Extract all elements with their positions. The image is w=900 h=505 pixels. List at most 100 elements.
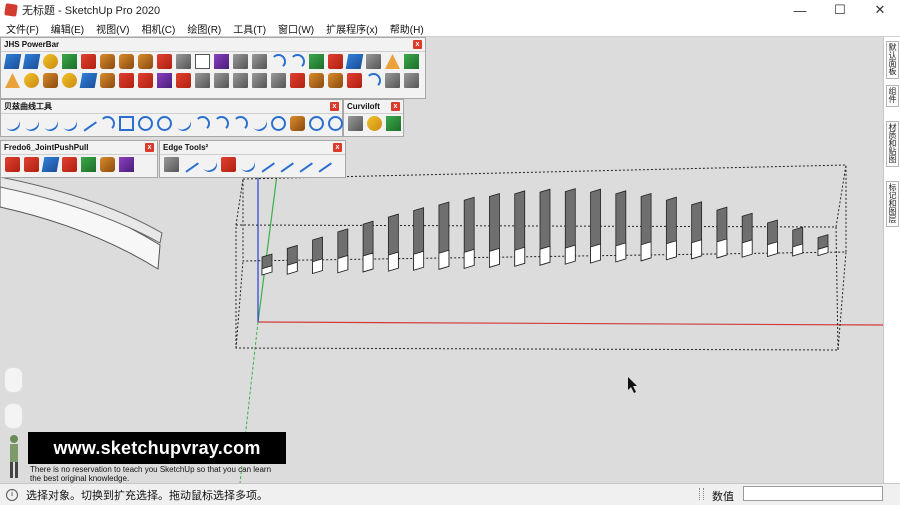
bezier-tool-icon[interactable] [119,116,134,131]
bezier-tool-icon[interactable] [195,116,210,131]
bezier-tool-icon[interactable] [157,116,172,131]
powerbar-tool-icon[interactable] [271,54,286,69]
powerbar-tool-icon[interactable] [404,54,419,69]
edge-tool-icon[interactable] [199,154,220,175]
powerbar-tool-icon[interactable] [195,54,210,69]
toolbar-close-button[interactable]: x [413,40,422,49]
powerbar-tool-icon[interactable] [176,73,191,88]
tray-tab-tags[interactable]: 标记和图层 [886,181,899,227]
curviloft-tool-icon[interactable] [386,116,401,131]
powerbar-tool-icon[interactable] [309,73,324,88]
edge-tool-icon[interactable] [277,156,294,173]
powerbar-tool-icon[interactable] [119,73,134,88]
bezier-tool-icon[interactable] [2,113,23,134]
powerbar-tool-icon[interactable] [195,73,210,88]
powerbar-tool-icon[interactable] [328,73,343,88]
powerbar-tool-icon[interactable] [233,73,248,88]
powerbar-tool-icon[interactable] [3,54,22,69]
tray-tab-default[interactable]: 默认面板 [886,41,899,79]
maximize-button[interactable]: ☐ [820,0,860,20]
bezier-tool-icon[interactable] [290,116,305,131]
powerbar-tool-icon[interactable] [290,73,305,88]
tray-tab-materials[interactable]: 材质和贴图 [886,121,899,167]
bezier-tool-icon[interactable] [309,116,324,131]
menu-file[interactable]: 文件(F) [0,21,45,36]
joint-pushpull-tool-icon[interactable] [100,157,115,172]
powerbar-tool-icon[interactable] [214,73,229,88]
powerbar-tool-icon[interactable] [404,73,419,88]
powerbar-tool-icon[interactable] [252,73,267,88]
powerbar-tool-icon[interactable] [214,54,229,69]
powerbar-tool-icon[interactable] [62,73,77,88]
powerbar-tool-icon[interactable] [5,73,20,88]
powerbar-tool-icon[interactable] [271,73,286,88]
menu-draw[interactable]: 绘图(R) [181,21,227,36]
joint-pushpull-tool-icon[interactable] [119,157,134,172]
bezier-tool-icon[interactable] [214,116,229,131]
bezier-tool-icon[interactable] [271,116,286,131]
powerbar-tool-icon[interactable] [62,54,77,69]
powerbar-tool-icon[interactable] [100,73,115,88]
joint-pushpull-tool-icon[interactable] [81,157,96,172]
toolbar-close-button[interactable]: x [391,102,400,111]
bezier-tool-icon[interactable] [21,113,42,134]
close-button[interactable]: ✕ [860,0,900,20]
minimize-button[interactable]: — [780,0,820,20]
joint-pushpull-tool-icon[interactable] [62,157,77,172]
powerbar-tool-icon[interactable] [328,54,343,69]
edge-tool-icon[interactable] [164,157,179,172]
menu-extensions[interactable]: 扩展程序(x) [320,21,384,36]
edge-tool-icon[interactable] [237,154,258,175]
powerbar-tool-icon[interactable] [385,73,400,88]
menu-help[interactable]: 帮助(H) [384,21,430,36]
menu-view[interactable]: 视图(V) [90,21,135,36]
edge-tool-icon[interactable] [182,156,199,173]
powerbar-tool-icon[interactable] [157,73,172,88]
bezier-tool-icon[interactable] [40,113,61,134]
bezier-tool-icon[interactable] [80,115,97,132]
menu-camera[interactable]: 相机(C) [135,21,181,36]
edge-tool-icon[interactable] [315,156,332,173]
powerbar-tool-icon[interactable] [385,54,400,69]
powerbar-tool-icon[interactable] [138,73,153,88]
powerbar-tool-icon[interactable] [366,73,381,88]
powerbar-tool-icon[interactable] [119,54,134,69]
toolbar-close-button[interactable]: x [333,143,342,152]
navigation-pill-bottom[interactable] [4,403,23,429]
bezier-tool-icon[interactable] [328,116,343,131]
bezier-tool-icon[interactable] [100,116,115,131]
powerbar-tool-icon[interactable] [157,54,172,69]
powerbar-tool-icon[interactable] [22,54,41,69]
menu-window[interactable]: 窗口(W) [272,21,320,36]
powerbar-tool-icon[interactable] [24,73,39,88]
bezier-tool-icon[interactable] [138,116,153,131]
joint-pushpull-tool-icon[interactable] [24,157,39,172]
edge-tool-icon[interactable] [221,157,236,172]
powerbar-tool-icon[interactable] [347,73,362,88]
bezier-tool-icon[interactable] [233,116,248,131]
powerbar-tool-icon[interactable] [176,54,191,69]
powerbar-tool-icon[interactable] [43,54,58,69]
menu-edit[interactable]: 编辑(E) [45,21,90,36]
bezier-tool-icon[interactable] [59,113,80,134]
powerbar-tool-icon[interactable] [290,54,305,69]
powerbar-tool-icon[interactable] [43,73,58,88]
bezier-tool-icon[interactable] [249,113,270,134]
powerbar-tool-icon[interactable] [138,54,153,69]
edge-tool-icon[interactable] [296,156,313,173]
powerbar-tool-icon[interactable] [79,73,98,88]
powerbar-tool-icon[interactable] [252,54,267,69]
info-icon[interactable]: i [6,488,18,501]
powerbar-tool-icon[interactable] [309,54,324,69]
measurements-input[interactable] [743,486,883,501]
powerbar-tool-icon[interactable] [366,54,381,69]
bezier-tool-icon[interactable] [173,113,194,134]
curviloft-tool-icon[interactable] [348,116,363,131]
joint-pushpull-tool-icon[interactable] [41,157,60,172]
powerbar-tool-icon[interactable] [345,54,364,69]
edge-tool-icon[interactable] [258,156,275,173]
powerbar-tool-icon[interactable] [100,54,115,69]
tray-tab-components[interactable]: 组件 [886,85,899,107]
navigation-pill-top[interactable] [4,367,23,393]
curviloft-tool-icon[interactable] [367,116,382,131]
